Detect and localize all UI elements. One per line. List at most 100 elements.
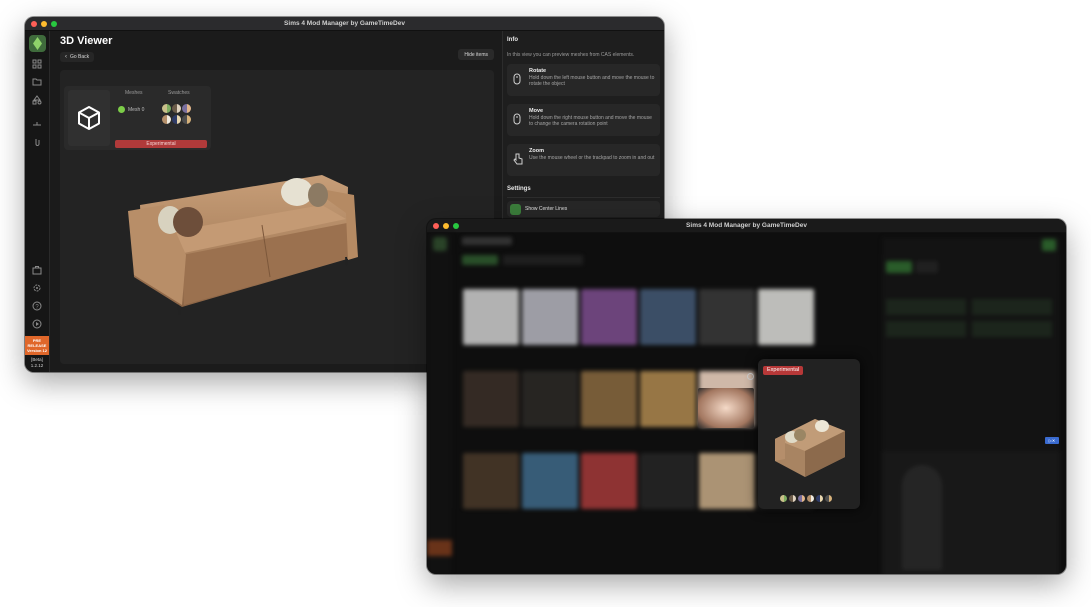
overview-window: Sims 4 Mod Manager by GameTimeDev Experi…: [427, 219, 1066, 574]
popup-swatch-row: [780, 495, 832, 502]
minimize-window-button[interactable]: [41, 21, 47, 27]
tab-list: [503, 255, 583, 265]
zoom-title: Zoom: [529, 148, 544, 154]
experimental-badge: Experimental: [115, 140, 207, 148]
app-logo-icon: [432, 237, 447, 251]
pre-release-label: PRE RELEASE: [27, 338, 47, 348]
app-version: [Beta] 1.2.12: [31, 357, 44, 369]
title-bar: Sims 4 Mod Manager by GameTimeDev: [427, 219, 1066, 233]
mod-thumbnail[interactable]: [522, 289, 578, 345]
swatch-option[interactable]: [816, 495, 823, 502]
mod-thumbnail[interactable]: [463, 453, 519, 509]
mod-thumbnail[interactable]: [522, 453, 578, 509]
help-icon[interactable]: ?: [31, 300, 43, 312]
settings-gear-icon[interactable]: [31, 282, 43, 294]
paperclip-icon[interactable]: [31, 136, 43, 148]
play-icon[interactable]: [31, 318, 43, 330]
mod-thumbnail[interactable]: [581, 371, 637, 427]
swatch-option[interactable]: [789, 495, 796, 502]
move-hint-card: Move Hold down the right mouse button an…: [507, 104, 660, 136]
dashboard-icon[interactable]: [31, 58, 43, 70]
move-title: Move: [529, 108, 544, 114]
close-window-button[interactable]: [433, 223, 439, 229]
swatch-option[interactable]: [807, 495, 814, 502]
cube-icon: [68, 90, 110, 146]
sidebar: ? PRE RELEASE Version 12 [Beta] 1.2.12: [25, 31, 50, 372]
ad-badge: ▷✕: [1045, 437, 1059, 444]
hanger-icon[interactable]: [31, 118, 43, 130]
mod-thumbnail[interactable]: [640, 289, 696, 345]
mod-preview-popup: Experimental: [758, 359, 860, 509]
hovered-mod-thumbnail[interactable]: [698, 388, 754, 428]
info-icon[interactable]: [747, 373, 754, 380]
mod-thumbnail[interactable]: [581, 453, 637, 509]
swatch-option[interactable]: [172, 115, 181, 124]
mesh-item[interactable]: Mesh 0: [118, 106, 144, 113]
chevron-left-icon: ‹: [65, 54, 67, 60]
title-bar: Sims 4 Mod Manager by GameTimeDev: [25, 17, 664, 31]
zoom-hint-card: Zoom Use the mouse wheel or the trackpad…: [507, 144, 660, 176]
mod-thumbnail[interactable]: [758, 289, 814, 345]
meshes-header: Meshes: [125, 90, 143, 96]
center-lines-icon: [510, 203, 521, 215]
swatches-header: Swatches: [168, 90, 190, 96]
move-desc: Hold down the right mouse button and mov…: [529, 115, 652, 127]
swatch-option[interactable]: [162, 115, 171, 124]
rotate-hint-card: Rotate Hold down the left mouse button a…: [507, 64, 660, 96]
mod-thumbnail[interactable]: [699, 289, 755, 345]
show-center-lines-label: Show Center Lines: [525, 206, 568, 212]
sofa-3d-preview: [775, 419, 845, 477]
mouse-icon: [512, 112, 522, 125]
info-title: Info: [507, 37, 518, 43]
show-center-lines-toggle[interactable]: Show Center Lines: [507, 201, 660, 217]
folder-icon[interactable]: [31, 76, 43, 88]
hide-items-button[interactable]: Hide items: [458, 49, 494, 60]
sidebar: [427, 233, 452, 574]
close-window-button[interactable]: [31, 21, 37, 27]
minimize-window-button[interactable]: [443, 223, 449, 229]
briefcase-icon[interactable]: [31, 264, 43, 276]
swatch-option[interactable]: [182, 104, 191, 113]
mesh-panel: Meshes Swatches Mesh 0 Experimental: [64, 86, 211, 150]
rotate-title: Rotate: [529, 68, 547, 74]
pre-release-badge: PRE RELEASE Version 12: [25, 336, 49, 355]
swatch-option[interactable]: [798, 495, 805, 502]
page-title: 3D Viewer: [60, 35, 113, 47]
settings-title: Settings: [507, 186, 660, 198]
window-title: Sims 4 Mod Manager by GameTimeDev: [284, 20, 405, 27]
mesh-item-label: Mesh 0: [128, 106, 145, 113]
mesh-active-dot: [118, 106, 125, 113]
rotate-desc: Hold down the left mouse button and move…: [529, 75, 655, 87]
maximize-window-button[interactable]: [453, 223, 459, 229]
swatch-option[interactable]: [172, 104, 181, 113]
swatch-option[interactable]: [182, 115, 191, 124]
pre-release-badge: [427, 540, 452, 556]
mod-thumbnail[interactable]: [522, 371, 578, 427]
zoom-desc: Use the mouse wheel or the trackpad to z…: [529, 155, 655, 161]
shapes-icon[interactable]: [31, 94, 43, 106]
window-controls: [433, 223, 459, 229]
sofa-3d-model: [128, 175, 358, 315]
version-number: 1.2.12: [30, 363, 44, 368]
page-title: [462, 237, 512, 245]
mod-thumbnail[interactable]: [463, 289, 519, 345]
go-back-label: Go Back: [70, 54, 90, 60]
mod-thumbnail[interactable]: [581, 289, 637, 345]
maximize-window-button[interactable]: [51, 21, 57, 27]
go-back-button[interactable]: ‹ Go Back: [60, 52, 95, 62]
tab-active: [462, 255, 498, 265]
mod-thumbnail[interactable]: [463, 371, 519, 427]
pre-release-version: Version 12: [26, 348, 47, 353]
info-description: In this view you can preview meshes from…: [507, 52, 635, 58]
mod-thumbnail[interactable]: [699, 453, 755, 509]
window-controls: [31, 21, 57, 27]
right-panel: [882, 237, 1060, 574]
mouse-icon: [512, 72, 522, 85]
experimental-badge: Experimental: [763, 366, 804, 375]
swatch-option[interactable]: [780, 495, 787, 502]
swatch-option[interactable]: [825, 495, 832, 502]
mod-thumbnail[interactable]: [640, 453, 696, 509]
swatch-option[interactable]: [162, 104, 171, 113]
app-logo-icon[interactable]: [28, 35, 46, 52]
mod-thumbnail[interactable]: [640, 371, 696, 427]
